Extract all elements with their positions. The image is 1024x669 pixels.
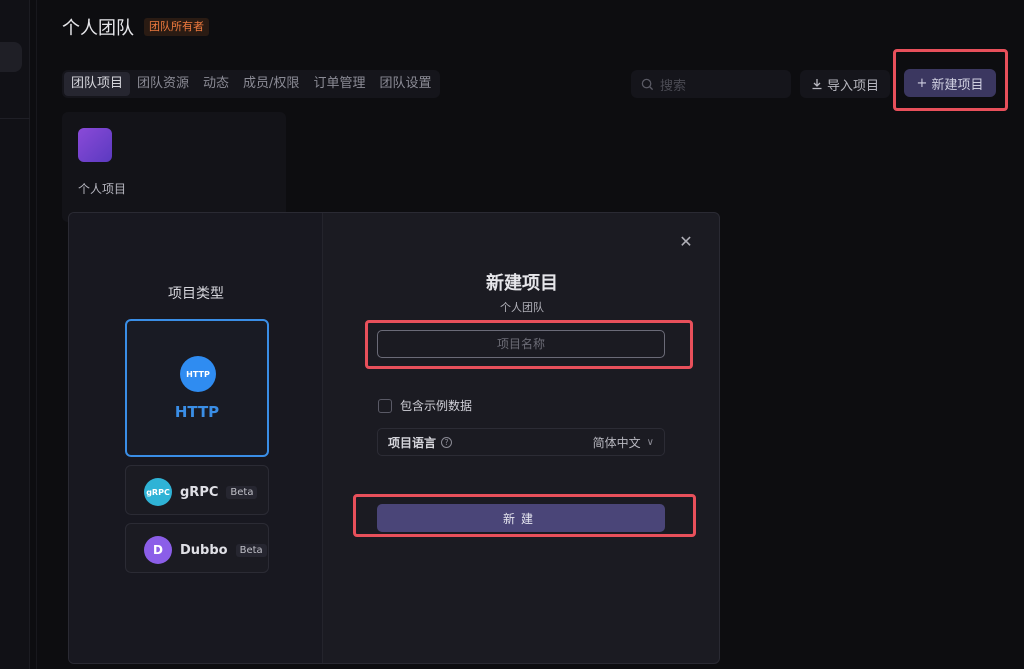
import-project-button[interactable]: 导入项目 [800, 70, 890, 98]
type-card-grpc[interactable]: gRPC gRPC Beta [125, 465, 269, 515]
type-label-dubbo: Dubbo [180, 542, 228, 558]
tab-activity[interactable]: 动态 [196, 72, 236, 96]
dialog-title: 新建项目 [486, 273, 558, 294]
type-label-grpc: gRPC [180, 484, 219, 500]
new-project-dialog: 项目类型 HTTP HTTP gRPC gRPC Beta D Dubbo Be… [68, 212, 720, 664]
left-sidebar [0, 0, 30, 669]
language-value-group: 简体中文 ∨ [593, 434, 654, 451]
language-value: 简体中文 [592, 435, 641, 450]
project-name: 个人项目 [78, 182, 127, 196]
grpc-icon: gRPC [144, 478, 172, 506]
dubbo-icon: D [144, 536, 172, 564]
sidebar-active-pill[interactable] [0, 42, 22, 72]
beta-badge: Beta [226, 485, 258, 499]
project-type-panel: 项目类型 HTTP HTTP gRPC gRPC Beta D Dubbo Be… [69, 213, 323, 663]
import-icon [812, 79, 822, 90]
project-name-input[interactable] [377, 330, 665, 358]
team-title-text: 个人团队 [62, 18, 134, 39]
owner-badge: 团队所有者 [144, 18, 209, 36]
language-label: 项目语言 [388, 435, 437, 450]
dialog-subtitle: 个人团队 [500, 301, 544, 314]
search-placeholder: 搜索 [660, 78, 687, 94]
tab-orders[interactable]: 订单管理 [306, 72, 372, 96]
tab-team-settings[interactable]: 团队设置 [372, 72, 438, 96]
type-card-http[interactable]: HTTP HTTP [125, 319, 269, 457]
team-tabs: 团队项目 团队资源 动态 成员/权限 订单管理 团队设置 [62, 70, 441, 98]
beta-badge: Beta [235, 543, 267, 557]
new-project-label: 新建项目 [931, 77, 984, 93]
help-icon[interactable]: ? [441, 436, 453, 448]
tab-team-projects[interactable]: 团队项目 [64, 72, 131, 96]
tab-members[interactable]: 成员/权限 [236, 72, 306, 96]
type-card-dubbo[interactable]: D Dubbo Beta [125, 523, 269, 573]
tab-team-resources[interactable]: 团队资源 [130, 72, 196, 96]
project-language-select[interactable]: 项目语言 ? 简体中文 ∨ [377, 428, 665, 456]
include-sample-label: 包含示例数据 [400, 399, 473, 413]
http-icon-text: HTTP [186, 369, 210, 379]
language-label-group: 项目语言 ? [388, 434, 453, 451]
close-icon[interactable]: ✕ [679, 234, 693, 250]
include-sample-data[interactable]: 包含示例数据 [378, 397, 472, 414]
sidebar-divider [0, 118, 30, 119]
project-card[interactable]: 个人项目 [62, 112, 286, 222]
vertical-divider [36, 0, 37, 669]
search-input[interactable]: 搜索 [631, 70, 791, 98]
chevron-down-icon: ∨ [646, 436, 654, 448]
import-label: 导入项目 [826, 78, 879, 94]
http-icon: HTTP [180, 356, 216, 392]
new-project-button[interactable]: + 新建项目 [904, 69, 996, 97]
page-title: 个人团队 团队所有者 [62, 14, 209, 40]
search-icon [641, 78, 654, 90]
create-button[interactable]: 新建 [377, 504, 665, 532]
project-type-heading: 项目类型 [168, 286, 224, 302]
plus-icon: + [916, 75, 928, 91]
type-label-http: HTTP [174, 403, 220, 421]
dubbo-icon-text: D [153, 543, 163, 557]
project-icon [78, 128, 112, 162]
include-sample-checkbox[interactable] [378, 398, 392, 413]
grpc-icon-text: gRPC [146, 487, 170, 497]
